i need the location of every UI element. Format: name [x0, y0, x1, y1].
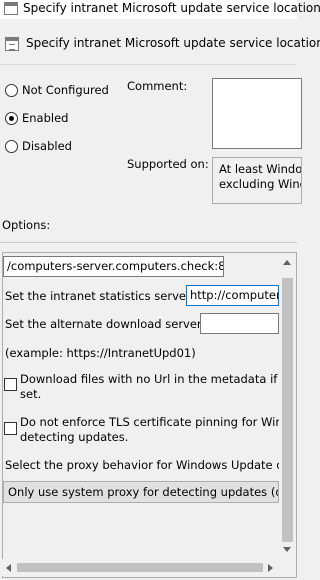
- vertical-scroll-thumb[interactable]: [282, 278, 293, 542]
- radio-circle-icon: [5, 139, 18, 153]
- scroll-down-icon[interactable]: [283, 547, 291, 552]
- radio-enabled[interactable]: Enabled: [5, 111, 68, 125]
- comment-label: Comment:: [127, 79, 188, 93]
- update-service-input[interactable]: /computers-server.computers.check:853: [3, 256, 224, 277]
- alt-download-input[interactable]: [200, 313, 279, 334]
- horizontal-scroll-thumb[interactable]: [17, 563, 263, 572]
- options-divider: [0, 242, 297, 243]
- comment-textarea[interactable]: [212, 78, 302, 149]
- statistics-server-input[interactable]: http://computers: [186, 285, 279, 306]
- policy-name: Specify intranet Microsoft update servic…: [26, 36, 320, 50]
- policy-window-icon: [4, 2, 18, 15]
- supported-on-line1: At least Window: [219, 162, 302, 176]
- radio-not-configured[interactable]: Not Configured: [5, 83, 109, 97]
- statistics-server-label: Set the intranet statistics server:: [5, 289, 195, 303]
- radio-selected-icon: [5, 111, 18, 125]
- supported-on-field: At least Window excluding Wind: [212, 157, 302, 204]
- radio-label: Disabled: [22, 139, 72, 153]
- no-url-checkbox-label: Download files with no Url in the metada…: [20, 372, 279, 402]
- tls-checkbox-line1: Do not enforce TLS certificate pinning f…: [20, 415, 279, 429]
- tls-checkbox-line2: detecting updates.: [20, 430, 129, 444]
- supported-on-line2: excluding Wind: [219, 177, 302, 191]
- window-title: Specify intranet Microsoft update servic…: [23, 1, 320, 15]
- radio-circle-icon: [5, 83, 18, 97]
- proxy-behavior-select[interactable]: Only use system proxy for detecting upda…: [3, 481, 279, 503]
- tls-pinning-checkbox[interactable]: [4, 422, 17, 435]
- proxy-behavior-label: Select the proxy behavior for Windows Up…: [5, 458, 279, 472]
- supported-on-label: Supported on:: [127, 157, 209, 171]
- alt-download-label: Set the alternate download server:: [5, 317, 206, 331]
- example-text: (example: https://IntranetUpd01): [5, 346, 196, 360]
- radio-label: Enabled: [22, 111, 69, 125]
- header-divider: [0, 64, 297, 65]
- no-url-checkbox-line2: set.: [20, 387, 42, 401]
- no-url-checkbox-line1: Download files with no Url in the metada…: [20, 372, 279, 386]
- no-url-checkbox[interactable]: [4, 378, 17, 391]
- scroll-right-icon[interactable]: [268, 564, 273, 572]
- scroll-left-icon[interactable]: [6, 564, 11, 572]
- radio-label: Not Configured: [22, 83, 109, 97]
- policy-setting-icon: [5, 37, 19, 51]
- options-label: Options:: [2, 218, 51, 232]
- tls-pinning-checkbox-label: Do not enforce TLS certificate pinning f…: [20, 415, 279, 445]
- radio-disabled[interactable]: Disabled: [5, 139, 72, 153]
- scroll-up-icon[interactable]: [283, 260, 291, 265]
